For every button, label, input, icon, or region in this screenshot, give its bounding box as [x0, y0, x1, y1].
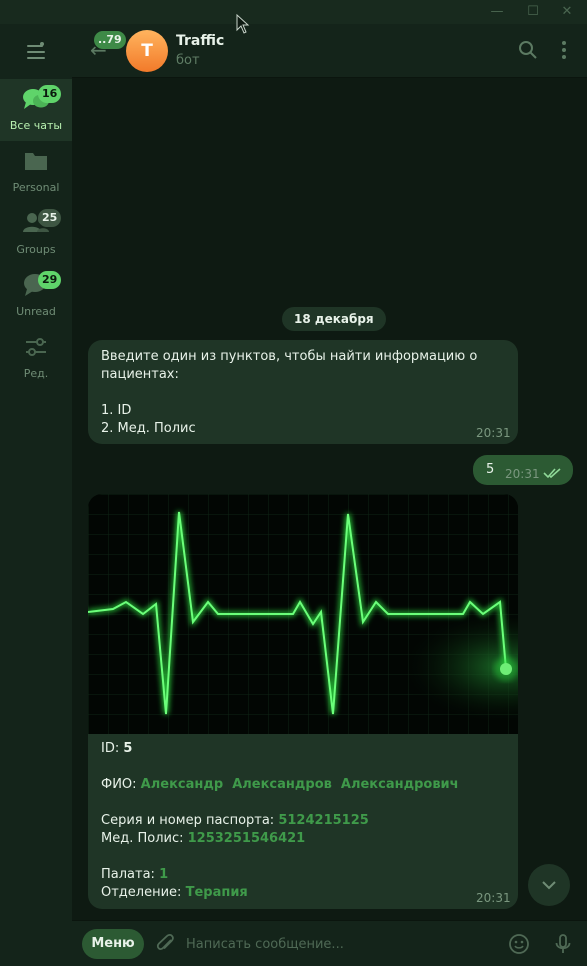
folder-groups[interactable]: 25 Groups: [0, 203, 72, 265]
message-text: 1. ID: [101, 403, 132, 418]
folder-icon: [25, 153, 47, 170]
message-time: 20:31: [476, 426, 511, 440]
message-text: 2. Мед. Полис: [101, 421, 196, 436]
scroll-down-button[interactable]: [528, 864, 570, 906]
folder-personal[interactable]: Personal: [0, 141, 72, 203]
message-list[interactable]: 18 декабря Введите один из пунктов, чтоб…: [72, 79, 587, 919]
patient-card-message[interactable]: ID: 5 ФИО: Александр Александров Алексан…: [88, 494, 518, 909]
avatar[interactable]: T: [126, 30, 168, 72]
heartbeat-image[interactable]: [88, 494, 518, 734]
message-time: 20:31: [505, 467, 540, 481]
folder-label: Ред.: [23, 367, 49, 380]
minimize-button[interactable]: —: [488, 3, 506, 21]
message-bubble-incoming[interactable]: Введите один из пунктов, чтобы найти инф…: [88, 340, 518, 444]
field-department: Отделение: Терапия: [101, 885, 248, 900]
folder-label: Все чаты: [9, 119, 63, 132]
field-fio: ФИО: Александр Александров Александрович: [101, 777, 459, 792]
emoji-icon[interactable]: [507, 932, 531, 956]
attach-icon[interactable]: [154, 932, 178, 956]
folder-edit[interactable]: Ред.: [0, 327, 72, 389]
message-text: пациентах:: [101, 367, 179, 382]
mouse-cursor-icon: [236, 14, 250, 34]
field-passport: Серия и номер паспорта: 5124215125: [101, 813, 369, 828]
chat-title[interactable]: Traffic: [176, 33, 224, 49]
message-composer: Меню: [72, 920, 587, 966]
bot-menu-button[interactable]: Меню: [82, 929, 144, 959]
main-menu-button[interactable]: [24, 40, 48, 64]
folder-label: Unread: [16, 305, 56, 318]
maximize-button[interactable]: ☐: [524, 3, 542, 21]
message-input[interactable]: [186, 929, 486, 959]
search-icon[interactable]: [516, 38, 540, 62]
window-titlebar: — ☐ ✕: [0, 0, 587, 24]
folder-badge: 25: [38, 209, 62, 227]
field-id: ID: 5: [101, 741, 133, 756]
field-ward: Палата: 1: [101, 867, 169, 882]
message-text: Введите один из пунктов, чтобы найти инф…: [101, 349, 478, 364]
message-bubble-outgoing[interactable]: 5 20:31: [473, 455, 573, 485]
close-button[interactable]: ✕: [558, 3, 576, 21]
folder-unread[interactable]: 29 Unread: [0, 265, 72, 327]
ecg-graphic: [88, 494, 518, 734]
folder-all-chats[interactable]: 16 Все чаты: [0, 79, 72, 141]
date-separator: 18 декабря: [282, 307, 386, 331]
chevron-down-icon: [542, 881, 556, 890]
more-vertical-icon[interactable]: [552, 38, 576, 62]
double-check-icon: [543, 468, 561, 479]
chat-status: бот: [176, 53, 200, 68]
folder-badge: 16: [38, 85, 62, 103]
folder-label: Groups: [16, 243, 56, 256]
message-time: 20:31: [476, 891, 511, 905]
folder-badge: 29: [38, 271, 62, 289]
microphone-icon[interactable]: [551, 932, 575, 956]
unread-count-badge: ..79: [94, 31, 126, 49]
folder-label: Personal: [12, 181, 60, 194]
field-policy: Мед. Полис: 1253251546421: [101, 831, 306, 846]
message-text: 5: [486, 462, 495, 477]
folder-sidebar: 16 Все чаты Personal 25 Groups 29 Unread: [0, 24, 72, 966]
chat-header: ← ..79 T Traffic бот: [72, 24, 587, 78]
edit-sliders-icon: [26, 338, 46, 356]
